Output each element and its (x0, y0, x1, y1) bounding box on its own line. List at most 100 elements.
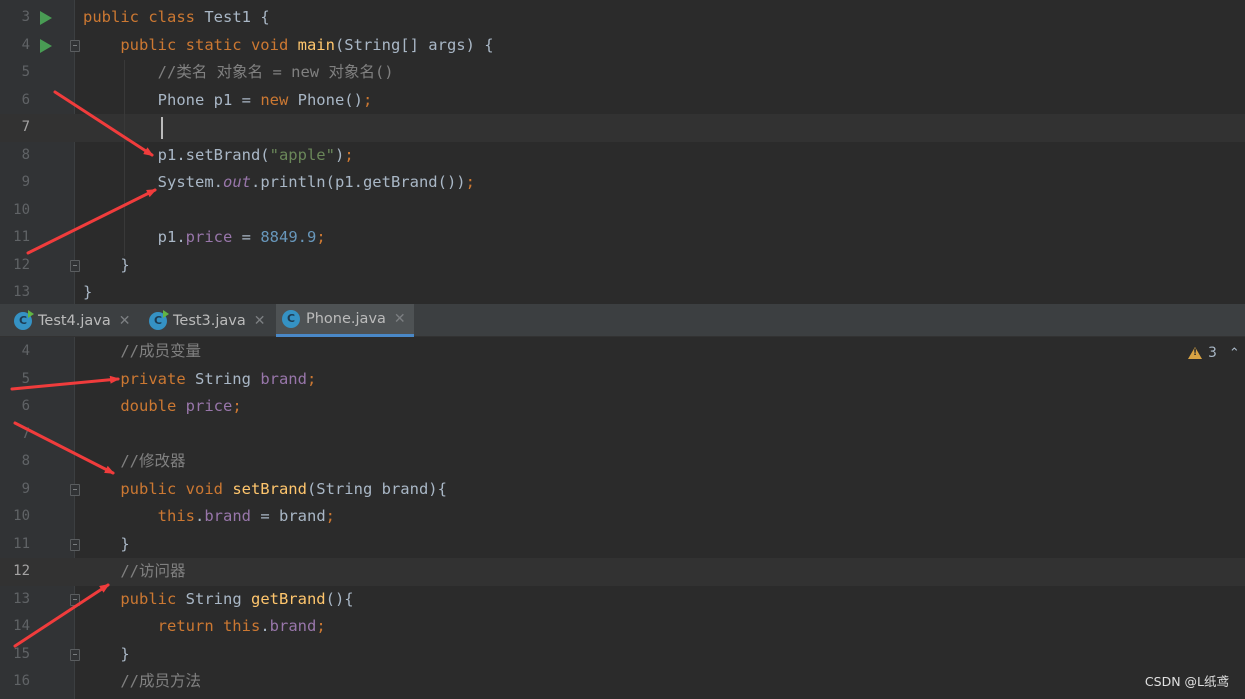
line-number: 9 (21, 174, 30, 190)
line-number: 10 (13, 508, 30, 524)
tab-label: Phone.java (306, 311, 386, 327)
code-token: public class (83, 8, 205, 26)
code-token: ; (316, 617, 326, 635)
watermark: CSDN @L纸鸢 (1144, 674, 1229, 689)
code-line[interactable]: 4 //成员变量 (0, 338, 1245, 366)
code-line[interactable]: 12 //访问器 (0, 558, 1245, 586)
code-token: } (83, 534, 130, 553)
code-line[interactable]: 5 private String brand; (0, 366, 1245, 394)
code-text: double price; (83, 393, 241, 421)
code-line[interactable]: 12 } (0, 252, 1245, 280)
code-line[interactable]: 15 } (0, 641, 1245, 669)
text-caret (161, 117, 163, 139)
code-token: System. (83, 173, 223, 191)
code-line[interactable]: 8 //修改器 (0, 448, 1245, 476)
fold-icon[interactable] (70, 483, 80, 496)
line-number: 6 (21, 398, 30, 414)
code-text: System.out.println(p1.getBrand()); (83, 169, 475, 197)
tab-phone-java[interactable]: C Phone.java ✕ (276, 304, 414, 337)
run-icon[interactable] (40, 11, 52, 25)
fold-icon[interactable] (70, 593, 80, 606)
code-token: = (232, 228, 261, 246)
code-token: = brand (251, 507, 326, 525)
code-token: . (194, 507, 205, 525)
code-token: ; (362, 90, 373, 109)
ide-window: 3 public class Test1 {4 public static voi… (0, 0, 1245, 699)
code-text: } (83, 252, 130, 280)
fold-icon[interactable] (70, 538, 80, 551)
line-number: 13 (13, 590, 30, 607)
code-token: price (185, 397, 233, 415)
code-token: String (194, 369, 261, 388)
line-number: 9 (21, 480, 30, 497)
code-token: private (120, 369, 195, 388)
tab-test3-java[interactable]: C Test3.java ✕ (143, 304, 274, 337)
line-number: 11 (13, 229, 30, 245)
code-line[interactable]: 4 public static void main(String[] args)… (0, 32, 1245, 60)
code-line[interactable]: 16 //成员方法 (0, 668, 1245, 696)
code-line[interactable]: 10 this.brand = brand; (0, 503, 1245, 531)
code-token: 8849.9 (260, 228, 317, 246)
code-text: p1.price = 8849.9; (83, 224, 326, 252)
code-line[interactable]: 11 } (0, 531, 1245, 559)
java-class-icon: C (282, 310, 300, 328)
code-token: price (185, 228, 233, 246)
fold-icon[interactable] (70, 259, 80, 272)
code-line[interactable]: 7 (0, 114, 1245, 142)
code-token: String (185, 589, 251, 608)
code-line[interactable]: 5 //类名 对象名 = new 对象名() (0, 59, 1245, 87)
tab-label: Test4.java (38, 312, 111, 329)
code-line[interactable]: 11 p1.price = 8849.9; (0, 224, 1245, 252)
line-number: 10 (13, 201, 30, 218)
editor-pane-test1[interactable]: 3 public class Test1 {4 public static voi… (0, 0, 1245, 304)
code-line[interactable]: 6 double price; (0, 393, 1245, 421)
code-line[interactable]: 14 return this.brand; (0, 613, 1245, 641)
code-text: private String brand; (83, 366, 316, 394)
code-text: } (83, 641, 129, 669)
run-icon[interactable] (40, 38, 52, 53)
runnable-mark-icon (28, 309, 34, 318)
code-line[interactable]: 3 public class Test1 { (0, 4, 1245, 32)
code-line[interactable]: 7 (0, 421, 1245, 449)
code-line[interactable]: 13} (0, 279, 1245, 304)
fold-icon[interactable] (70, 39, 80, 52)
line-number: 4 (21, 343, 30, 359)
code-line[interactable]: 9 public void setBrand(String brand){ (0, 476, 1245, 504)
code-line[interactable]: 8 p1.setBrand("apple"); (0, 142, 1245, 170)
tab-test4-java[interactable]: C Test4.java ✕ (8, 304, 139, 337)
line-number: 12 (13, 256, 30, 273)
code-line[interactable]: 9 System.out.println(p1.getBrand()); (0, 169, 1245, 197)
line-number: 3 (21, 9, 30, 25)
close-icon[interactable]: ✕ (394, 311, 406, 327)
code-token: ; (325, 507, 335, 525)
java-class-runnable-icon: C (149, 309, 169, 330)
code-token: //成员变量 (120, 342, 201, 360)
editor-tab-bar: C Test4.java ✕ C Test3.java ✕ C Phone.java ✕ (0, 304, 1245, 337)
line-number: 8 (21, 453, 30, 469)
code-token: brand (260, 369, 307, 388)
code-token: ) (334, 145, 345, 164)
code-token: } (83, 255, 130, 274)
code-token: //类名 对象名 = new 对象名() (157, 63, 394, 81)
code-text: //访问器 (83, 558, 185, 586)
code-text: this.brand = brand; (83, 503, 335, 531)
code-line[interactable]: 13 public String getBrand(){ (0, 586, 1245, 614)
code-text: } (83, 531, 130, 559)
fold-icon[interactable] (70, 648, 80, 661)
code-token: brand (204, 507, 251, 525)
line-number: 5 (21, 64, 30, 80)
code-line[interactable]: 10 (0, 197, 1245, 225)
code-line[interactable]: 6 Phone p1 = new Phone(); (0, 87, 1245, 115)
editor-pane-phone[interactable]: 3 ⌃ 4 //成员变量5 private String brand;6 dou… (0, 337, 1245, 699)
code-token: Phone() (297, 90, 363, 109)
close-icon[interactable]: ✕ (254, 313, 266, 329)
close-icon[interactable]: ✕ (119, 313, 131, 329)
code-token: getBrand (250, 589, 326, 608)
code-text: //修改器 (83, 448, 185, 476)
